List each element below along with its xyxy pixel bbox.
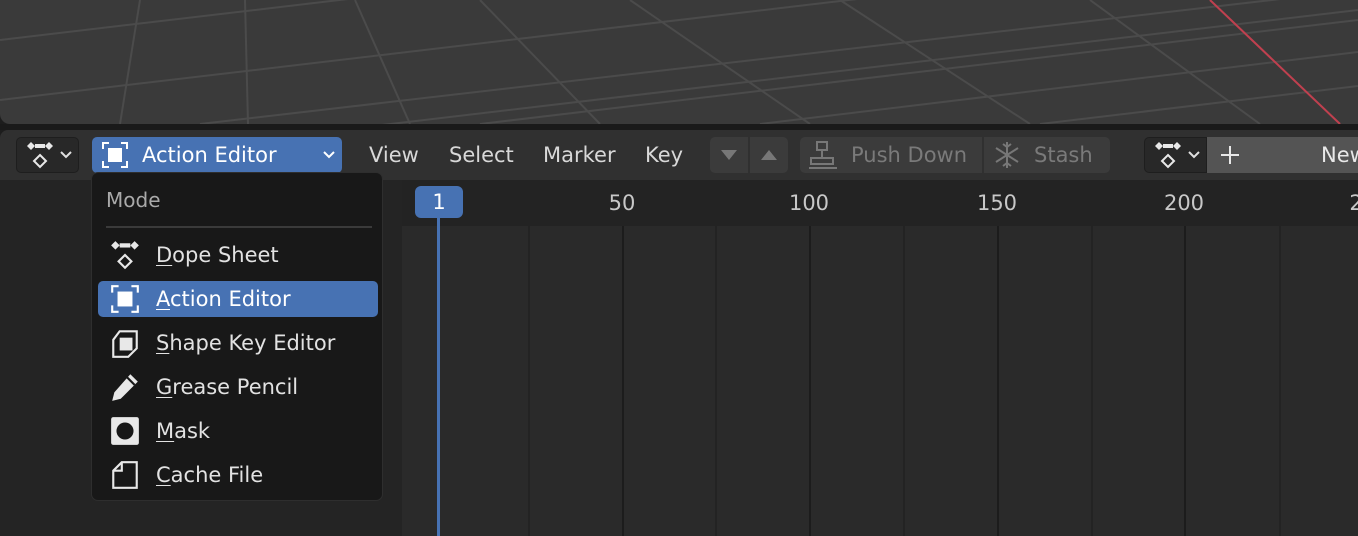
mask-icon [111, 417, 139, 445]
grid-line [622, 226, 624, 536]
action-editor-icon [111, 285, 139, 313]
option-label: rease Pencil [172, 375, 299, 399]
option-label: ask [174, 419, 211, 443]
layer-up-button[interactable] [750, 148, 788, 162]
mode-option-cache-file[interactable]: Cache File [98, 457, 378, 493]
mode-selector[interactable]: Action Editor [92, 137, 342, 173]
frame-tick-label: 150 [976, 191, 1018, 215]
playhead-line[interactable] [437, 218, 440, 536]
action-stash-group: Push Down Stash [800, 137, 1110, 173]
triangle-up-icon [761, 150, 777, 160]
viewport-3d[interactable] [0, 0, 1358, 124]
new-action-button[interactable]: New [1207, 137, 1358, 173]
grid-line [809, 226, 811, 536]
menu-key[interactable]: Key [645, 142, 683, 168]
frame-tick-label: 200 [1163, 191, 1205, 215]
action-browse-button[interactable] [1144, 137, 1207, 173]
mode-option-shape-key-editor[interactable]: Shape Key Editor [98, 325, 378, 361]
layer-down-button[interactable] [710, 148, 748, 162]
editor-type-selector[interactable] [16, 137, 79, 173]
grid-line [528, 226, 530, 536]
option-mnemonic: A [156, 287, 170, 311]
frame-ruler[interactable] [402, 180, 1358, 226]
push-down-label: Push Down [851, 143, 968, 167]
mode-option-dope-sheet[interactable]: Dope Sheet [98, 237, 378, 273]
menu-view[interactable]: View [369, 142, 419, 168]
grid-line [1184, 226, 1186, 536]
grid-line [1279, 226, 1281, 536]
dope-sheet-icon [111, 241, 139, 270]
current-frame-indicator[interactable]: 1 [415, 186, 463, 218]
mode-option-grease-pencil[interactable]: Grease Pencil [98, 369, 378, 405]
option-label: ope Sheet [172, 243, 279, 267]
option-mnemonic: S [156, 331, 170, 355]
dropdown-separator [106, 226, 372, 228]
mode-selector-label: Action Editor [142, 143, 277, 167]
frame-tick-label: 100 [788, 191, 830, 215]
frame-tick-label: 50 [608, 191, 636, 215]
option-label: ache File [170, 463, 264, 487]
layer-nav-group [710, 137, 788, 173]
push-down-button[interactable]: Push Down [800, 140, 982, 170]
triangle-down-icon [721, 150, 737, 160]
plus-icon [1221, 146, 1239, 164]
option-mnemonic: D [156, 243, 173, 267]
grid-line [997, 226, 999, 536]
cache-file-icon [112, 461, 138, 489]
mode-option-action-editor[interactable]: Action Editor [98, 281, 378, 317]
option-mnemonic: G [156, 375, 173, 399]
keyframe-area[interactable] [402, 226, 1358, 536]
menu-select[interactable]: Select [449, 142, 514, 168]
viewport-grid [0, 0, 1358, 124]
chevron-down-icon [323, 151, 335, 159]
shape-key-icon [112, 330, 138, 358]
option-mnemonic: C [156, 463, 171, 487]
push-down-icon [809, 141, 837, 169]
grid-line [1091, 226, 1093, 536]
pencil-icon [112, 374, 138, 401]
chevron-down-icon [1188, 151, 1200, 159]
chevron-down-icon [60, 151, 72, 159]
menu-marker[interactable]: Marker [543, 142, 616, 168]
stash-label: Stash [1034, 143, 1093, 167]
option-label: hape Key Editor [169, 331, 336, 355]
action-editor-icon [102, 142, 128, 168]
snowflake-icon [995, 142, 1019, 168]
dropdown-title: Mode [106, 188, 161, 212]
new-action-label: New [1321, 143, 1358, 167]
option-mnemonic: M [156, 419, 175, 443]
grid-line [903, 226, 905, 536]
stash-button[interactable]: Stash [984, 140, 1093, 170]
action-icon [1155, 142, 1181, 169]
frame-tick-label: 2 [1349, 191, 1358, 215]
mode-option-mask[interactable]: Mask [98, 413, 378, 449]
mode-dropdown-menu: Mode Dope Sheet Action Editor Shape Key … [91, 172, 383, 501]
grid-line [715, 226, 717, 536]
option-label: ction Editor [170, 287, 291, 311]
dope-sheet-icon [27, 142, 53, 169]
